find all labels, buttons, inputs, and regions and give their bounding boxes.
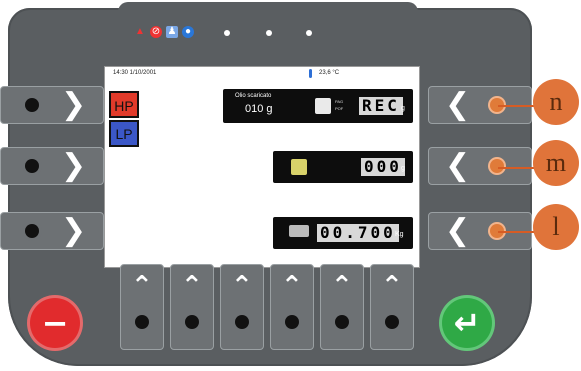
callout-line-l	[498, 231, 538, 233]
oil-discharged-panel: Olio scaricato 010 g PAG POF REC g	[223, 89, 413, 123]
vacuum-value: 000	[361, 158, 405, 176]
rec-unit: g	[401, 105, 405, 112]
chevron-right-icon: ❯	[61, 87, 87, 122]
charge-unit: Kg	[395, 231, 404, 238]
oil-discharged-label: Olio scaricato	[235, 93, 272, 99]
status-bar: 14:30 1/10/2001 23,6 °C	[109, 69, 415, 80]
soft-key-3[interactable]: ⌃	[220, 264, 264, 350]
charge-value: 00.700	[317, 224, 399, 242]
operator-icon: ♟	[166, 26, 178, 38]
lcd-screen: 14:30 1/10/2001 23,6 °C HP LP Olio scari…	[104, 66, 420, 268]
key-dot[interactable]	[285, 315, 299, 329]
soft-key-1[interactable]: ⌃	[120, 264, 164, 350]
callout-m: m	[533, 140, 579, 186]
chevron-up-icon: ⌃	[331, 271, 353, 301]
oil-discharged-value: 010 g	[245, 103, 273, 115]
led-1	[224, 30, 230, 36]
chevron-up-icon: ⌃	[281, 271, 303, 301]
mini-label-1: PAG	[335, 99, 344, 104]
hp-indicator[interactable]: HP	[109, 91, 139, 118]
vacuum-gauge-icon	[291, 159, 307, 175]
mini-label-2: POF	[335, 106, 344, 111]
charge-panel: 00.700 Kg	[273, 217, 413, 249]
recorder-icon	[315, 98, 331, 114]
soft-key-6[interactable]: ⌃	[370, 264, 414, 350]
vacuum-unit: g	[401, 165, 405, 172]
chevron-left-icon: ❮	[445, 87, 471, 122]
soft-key-4[interactable]: ⌃	[270, 264, 314, 350]
right-button-row-m[interactable]: ❮	[428, 147, 532, 185]
left-button-row-3[interactable]: ❯	[0, 212, 104, 250]
chevron-up-icon: ⌃	[381, 271, 403, 301]
soft-key-5[interactable]: ⌃	[320, 264, 364, 350]
key-dot[interactable]	[135, 315, 149, 329]
refrigerant-charge-icon	[289, 225, 309, 237]
datetime: 14:30 1/10/2001	[113, 70, 157, 76]
rec-display: REC	[359, 97, 403, 115]
key-dot[interactable]	[335, 315, 349, 329]
chevron-right-icon: ❯	[61, 148, 87, 183]
no-entry-icon: ⊘	[150, 26, 162, 38]
button-dot[interactable]	[25, 98, 39, 112]
indicator-leds: ▲ ⊘ ♟ ●	[134, 26, 384, 46]
key-dot[interactable]	[185, 315, 199, 329]
vacuum-panel: 000 g	[273, 151, 413, 183]
led-3	[306, 30, 312, 36]
cancel-button[interactable]: −	[30, 298, 80, 348]
chevron-right-icon: ❯	[61, 213, 87, 248]
enter-button[interactable]: ↵	[442, 298, 492, 348]
button-m[interactable]	[490, 159, 505, 173]
chevron-left-icon: ❮	[445, 213, 471, 248]
chevron-left-icon: ❮	[445, 148, 471, 183]
oil-drop-icon: ●	[182, 26, 194, 38]
key-dot[interactable]	[235, 315, 249, 329]
soft-key-2[interactable]: ⌃	[170, 264, 214, 350]
key-dot[interactable]	[385, 315, 399, 329]
led-2	[266, 30, 272, 36]
temperature: 23,6 °C	[319, 70, 340, 76]
callout-line-m	[498, 167, 538, 169]
callout-line-n	[498, 105, 538, 107]
minus-icon: −	[41, 304, 69, 342]
callout-l: l	[533, 204, 579, 250]
warning-triangle-icon: ▲	[135, 26, 145, 37]
button-dot[interactable]	[25, 224, 39, 238]
chevron-up-icon: ⌃	[131, 271, 153, 301]
callout-n: n	[533, 79, 579, 125]
left-button-row-1[interactable]: ❯	[0, 86, 104, 124]
thermometer-icon	[309, 69, 312, 78]
left-button-row-2[interactable]: ❯	[0, 147, 104, 185]
chevron-up-icon: ⌃	[231, 271, 253, 301]
enter-icon: ↵	[453, 304, 481, 342]
lp-indicator[interactable]: LP	[109, 120, 139, 147]
button-dot[interactable]	[25, 159, 39, 173]
chevron-up-icon: ⌃	[181, 271, 203, 301]
